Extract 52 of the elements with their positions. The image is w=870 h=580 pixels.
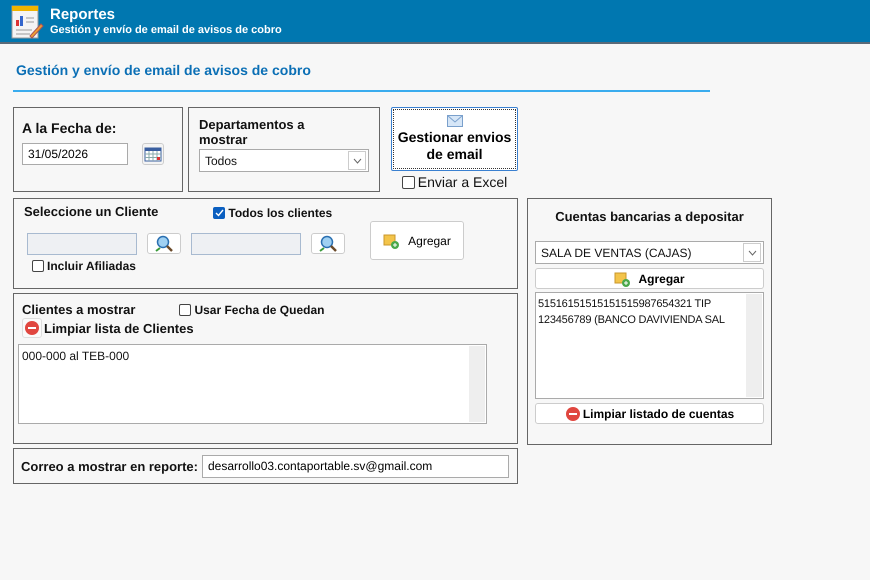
clear-list-label: Limpiar lista de Clientes (44, 320, 194, 336)
search-button[interactable] (311, 233, 345, 254)
checkbox-label: Todos los clientes (228, 206, 332, 220)
calendar-icon (144, 146, 162, 162)
dropdown-value: SALA DE VENTAS (CAJAS) (541, 246, 692, 260)
send-email-button[interactable]: Gestionar envios de email (391, 107, 518, 171)
add-account-button[interactable]: Agregar (535, 268, 764, 289)
header-title: Reportes (50, 6, 116, 23)
checkbox[interactable] (402, 176, 415, 188)
check-icon (214, 209, 224, 217)
list-item[interactable]: 51516151515151515987654321 TIP (538, 296, 743, 312)
remove-icon (24, 320, 40, 336)
dropdown-caret[interactable] (743, 243, 761, 262)
add-button[interactable]: Agregar (370, 221, 464, 260)
panel-title: Cuentas bancarias a depositar (555, 209, 744, 224)
add-document-icon (614, 270, 630, 286)
date-field[interactable]: 31/05/2026 (22, 143, 128, 165)
dropdown-value: Todos (205, 154, 238, 168)
field-label: Correo a mostrar en reporte: (21, 458, 198, 474)
scrollbar[interactable] (746, 294, 762, 397)
magnifier-icon (319, 234, 337, 252)
header-subtitle: Gestión y envío de email de avisos de cobro (50, 24, 282, 36)
calendar-button[interactable] (142, 143, 164, 165)
account-dropdown[interactable]: SALA DE VENTAS (CAJAS) (535, 241, 764, 264)
list-item[interactable]: 000-000 al TEB-000 (22, 348, 465, 364)
checkbox[interactable] (179, 304, 192, 316)
checkbox-label: Enviar a Excel (418, 174, 508, 190)
clear-list-button[interactable] (22, 318, 42, 338)
section-label: Clientes a mostrar (22, 302, 136, 317)
department-dropdown[interactable]: Todos (199, 149, 369, 172)
scrollbar[interactable] (469, 346, 485, 422)
checkbox[interactable] (213, 207, 226, 219)
clear-accounts-button[interactable]: Limpiar listado de cuentas (535, 403, 764, 424)
list-item[interactable]: 123456789 (BANCO DAVIVIENDA SAL (538, 312, 743, 328)
checkbox-label: Usar Fecha de Quedan (194, 302, 324, 316)
dropdown-caret[interactable] (348, 151, 366, 170)
section-label: Seleccione un Cliente (24, 204, 158, 219)
client-to-field[interactable] (191, 233, 301, 255)
checkbox-label: Incluir Afiliadas (47, 259, 136, 273)
client-from-field[interactable] (27, 233, 137, 255)
remove-icon (564, 406, 581, 422)
email-field[interactable]: desarrollo03.contaportable.sv@gmail.com (202, 454, 509, 478)
search-button[interactable] (147, 233, 181, 254)
chevron-down-icon (748, 250, 756, 256)
envelope-icon (446, 115, 462, 127)
magnifier-icon (155, 234, 173, 252)
field-label: Departamentos a mostrar (199, 117, 306, 147)
field-label: A la Fecha de: (22, 120, 118, 136)
chevron-down-icon (352, 158, 362, 164)
page-title: Gestión y envío de email de avisos de cobro (13, 44, 710, 92)
checkbox[interactable] (32, 260, 44, 272)
add-document-icon (383, 232, 400, 248)
